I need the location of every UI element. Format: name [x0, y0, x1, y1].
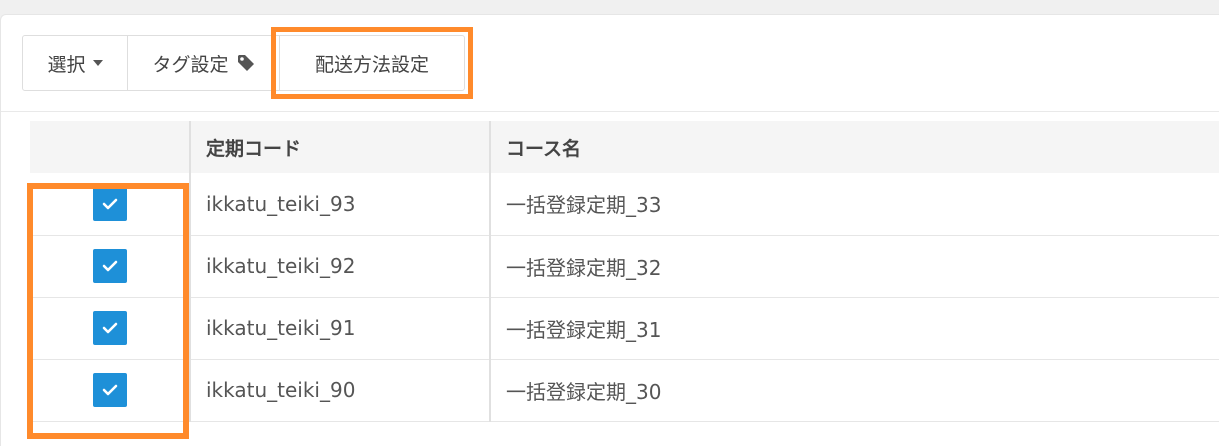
- header-checkbox-column: [30, 121, 191, 173]
- tag-icon: [237, 54, 255, 72]
- row-checkbox[interactable]: [92, 311, 127, 345]
- course-table: 定期コード コース名 ikkatu_teiki_93 一括登録定期_33 ikk…: [30, 121, 1219, 422]
- row-checkbox-cell: [30, 235, 191, 298]
- table-row[interactable]: ikkatu_teiki_91 一括登録定期_31: [30, 297, 1219, 360]
- row-checkbox[interactable]: [92, 186, 127, 221]
- check-icon: [102, 322, 117, 334]
- cell-course-name: 一括登録定期_30: [490, 359, 1219, 422]
- shipping-method-settings-label: 配送方法設定: [314, 53, 429, 76]
- cell-course-name: 一括登録定期_32: [490, 235, 1219, 298]
- cell-code: ikkatu_teiki_92: [190, 235, 491, 298]
- table-row[interactable]: ikkatu_teiki_92 一括登録定期_32: [30, 235, 1219, 298]
- table-row[interactable]: ikkatu_teiki_90 一括登録定期_30: [30, 359, 1219, 422]
- header-code[interactable]: 定期コード: [190, 121, 491, 173]
- cell-code: ikkatu_teiki_93: [190, 173, 491, 236]
- cell-code: ikkatu_teiki_90: [190, 359, 491, 422]
- check-icon: [102, 198, 117, 210]
- table-row[interactable]: ikkatu_teiki_93 一括登録定期_33: [30, 173, 1219, 236]
- shipping-method-settings-button[interactable]: 配送方法設定: [271, 27, 473, 99]
- row-checkbox-cell: [30, 297, 191, 360]
- tag-settings-label: タグ設定: [152, 53, 229, 76]
- toolbar-divider: [1, 111, 1219, 112]
- tag-settings-button[interactable]: タグ設定: [127, 35, 280, 91]
- row-checkbox[interactable]: [92, 373, 127, 407]
- table-header-row: 定期コード コース名: [30, 121, 1219, 173]
- row-checkbox-cell: [30, 173, 191, 236]
- select-button-label: 選択: [47, 53, 86, 76]
- cell-course-name: 一括登録定期_31: [490, 297, 1219, 360]
- check-icon: [102, 384, 117, 396]
- check-icon: [102, 260, 117, 272]
- row-checkbox-cell: [30, 359, 191, 422]
- caret-down-icon: [92, 60, 103, 66]
- cell-code: ikkatu_teiki_91: [190, 297, 491, 360]
- row-checkbox[interactable]: [92, 249, 127, 283]
- cell-course-name: 一括登録定期_33: [490, 173, 1219, 236]
- select-dropdown-button[interactable]: 選択: [22, 35, 128, 91]
- header-course-name[interactable]: コース名: [490, 121, 1219, 173]
- toolbar: 選択 タグ設定 配送方法設定: [22, 27, 473, 99]
